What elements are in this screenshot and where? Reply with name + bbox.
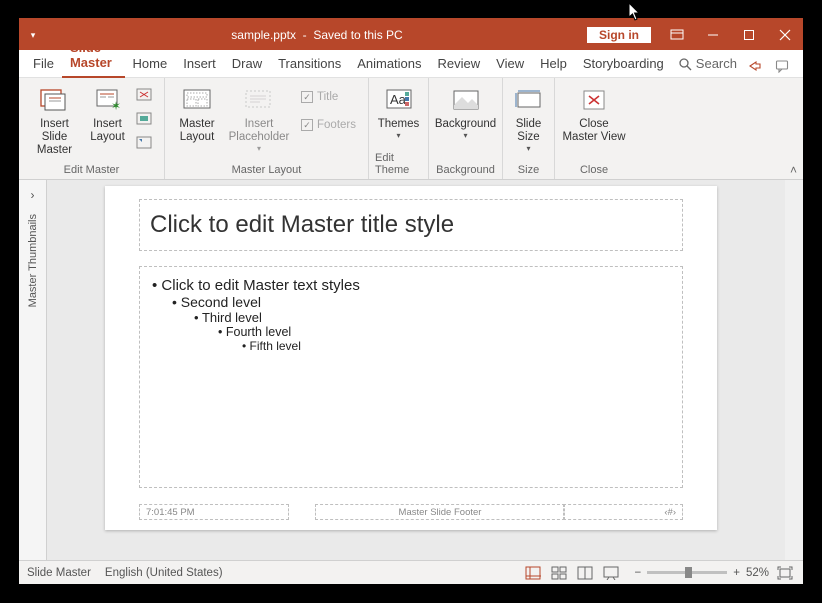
body-level-3: Third level xyxy=(152,310,670,325)
slide-sorter-button[interactable] xyxy=(549,564,569,582)
slide-master-icon xyxy=(39,84,71,116)
background-icon xyxy=(450,84,482,116)
save-status: Saved to this PC xyxy=(313,28,402,42)
fit-to-window-button[interactable] xyxy=(775,564,795,582)
zoom-slider[interactable] xyxy=(647,571,727,574)
group-label: Master Layout xyxy=(232,162,302,179)
close-icon xyxy=(578,84,610,116)
normal-view-button[interactable] xyxy=(523,564,543,582)
close-master-view-button[interactable]: Close Master View xyxy=(559,82,629,146)
group-label: Close xyxy=(580,162,608,179)
tab-help[interactable]: Help xyxy=(532,52,575,77)
collapse-ribbon-button[interactable]: ˄ xyxy=(790,163,797,177)
date-placeholder[interactable]: 7:01:45 PM xyxy=(139,504,289,520)
group-label: Size xyxy=(518,162,539,179)
themes-button[interactable]: Aa Themes ▾ xyxy=(374,82,424,142)
tab-animations[interactable]: Animations xyxy=(349,52,429,77)
insert-placeholder-button[interactable]: Insert Placeholder ▾ xyxy=(225,82,293,156)
expand-thumbnails-button[interactable]: › xyxy=(31,188,35,202)
zoom-level[interactable]: 52% xyxy=(746,567,769,579)
thumbnail-pane: › Master Thumbnails xyxy=(19,180,47,560)
group-size: Slide Size ▾ Size xyxy=(503,78,555,179)
search-button[interactable]: Search xyxy=(672,52,743,77)
group-close: Close Master View Close xyxy=(555,78,633,179)
status-language[interactable]: English (United States) xyxy=(105,567,223,579)
layout-icon: ✶ xyxy=(92,84,124,116)
slideshow-button[interactable] xyxy=(601,564,621,582)
svg-text:Aa: Aa xyxy=(390,92,407,107)
ribbon-options-button[interactable] xyxy=(659,20,695,50)
body-level-5: Fifth level xyxy=(152,339,670,353)
insert-slide-master-button[interactable]: Insert Slide Master xyxy=(27,82,83,160)
search-icon xyxy=(678,57,692,71)
body-placeholder[interactable]: Click to edit Master text styles Second … xyxy=(139,266,683,488)
tab-draw[interactable]: Draw xyxy=(224,52,270,77)
status-bar: Slide Master English (United States) − +… xyxy=(19,560,803,584)
slide-size-button[interactable]: Slide Size ▾ xyxy=(507,82,551,156)
vertical-scrollbar[interactable] xyxy=(785,180,803,560)
comments-button[interactable] xyxy=(771,55,793,77)
content-area: › Master Thumbnails Click to edit Master… xyxy=(19,180,803,560)
share-button[interactable] xyxy=(743,55,765,77)
status-view: Slide Master xyxy=(27,567,91,579)
reading-view-button[interactable] xyxy=(575,564,595,582)
footers-checkbox[interactable]: ✓Footers xyxy=(299,118,358,132)
ribbon: Insert Slide Master ✶ Insert Layout Edit… xyxy=(19,78,803,180)
placeholder-icon xyxy=(243,84,275,116)
tab-home[interactable]: Home xyxy=(125,52,176,77)
zoom-in-button[interactable]: + xyxy=(733,567,740,579)
preserve-button[interactable] xyxy=(135,134,155,152)
group-background: Background ▾ Background xyxy=(429,78,503,179)
sign-in-button[interactable]: Sign in xyxy=(587,27,651,43)
group-label: Background xyxy=(436,162,495,179)
maximize-button[interactable] xyxy=(731,20,767,50)
slide-number-placeholder[interactable]: ‹#› xyxy=(563,504,683,520)
close-button[interactable] xyxy=(767,20,803,50)
filename: sample.pptx xyxy=(231,28,296,42)
group-label: Edit Master xyxy=(64,162,120,179)
tab-transitions[interactable]: Transitions xyxy=(270,52,349,77)
slide-editor[interactable]: Click to edit Master title style Click t… xyxy=(47,180,803,560)
window-title: sample.pptx - Saved to this PC xyxy=(47,28,587,42)
group-master-layout: Master Layout Insert Placeholder ▾ ✓Titl… xyxy=(165,78,369,179)
title-placeholder[interactable]: Click to edit Master title style xyxy=(139,199,683,251)
title-checkbox[interactable]: ✓Title xyxy=(299,90,358,104)
tab-storyboarding[interactable]: Storyboarding xyxy=(575,52,672,77)
rename-button[interactable] xyxy=(135,110,155,128)
delete-slide-button[interactable] xyxy=(135,86,155,104)
master-layout-icon xyxy=(181,84,213,116)
svg-text:✶: ✶ xyxy=(111,99,121,112)
minimize-button[interactable] xyxy=(695,20,731,50)
zoom-out-button[interactable]: − xyxy=(635,567,642,579)
title-bar: ▾ sample.pptx - Saved to this PC Sign in xyxy=(19,20,803,50)
thumbnails-label: Master Thumbnails xyxy=(27,214,39,307)
slide-size-icon xyxy=(513,84,545,116)
group-edit-theme: Aa Themes ▾ Edit Theme xyxy=(369,78,429,179)
body-level-4: Fourth level xyxy=(152,325,670,339)
ribbon-tabs: File Slide Master Home Insert Draw Trans… xyxy=(19,50,803,78)
background-button[interactable]: Background ▾ xyxy=(433,82,499,142)
body-level-1: Click to edit Master text styles xyxy=(152,277,670,294)
footer-placeholder[interactable]: Master Slide Footer xyxy=(315,504,565,520)
group-label: Edit Theme xyxy=(375,150,422,179)
app-window: ▾ sample.pptx - Saved to this PC Sign in… xyxy=(19,18,803,584)
tab-review[interactable]: Review xyxy=(430,52,489,77)
insert-layout-button[interactable]: ✶ Insert Layout xyxy=(85,82,131,146)
slide-canvas[interactable]: Click to edit Master title style Click t… xyxy=(105,186,717,530)
master-layout-button[interactable]: Master Layout xyxy=(171,82,223,146)
tab-file[interactable]: File xyxy=(25,52,62,77)
group-edit-master: Insert Slide Master ✶ Insert Layout Edit… xyxy=(19,78,165,179)
themes-icon: Aa xyxy=(383,84,415,116)
qat-customize[interactable]: ▾ xyxy=(19,30,47,41)
tab-view[interactable]: View xyxy=(488,52,532,77)
body-level-2: Second level xyxy=(152,294,670,310)
tab-insert[interactable]: Insert xyxy=(175,52,224,77)
